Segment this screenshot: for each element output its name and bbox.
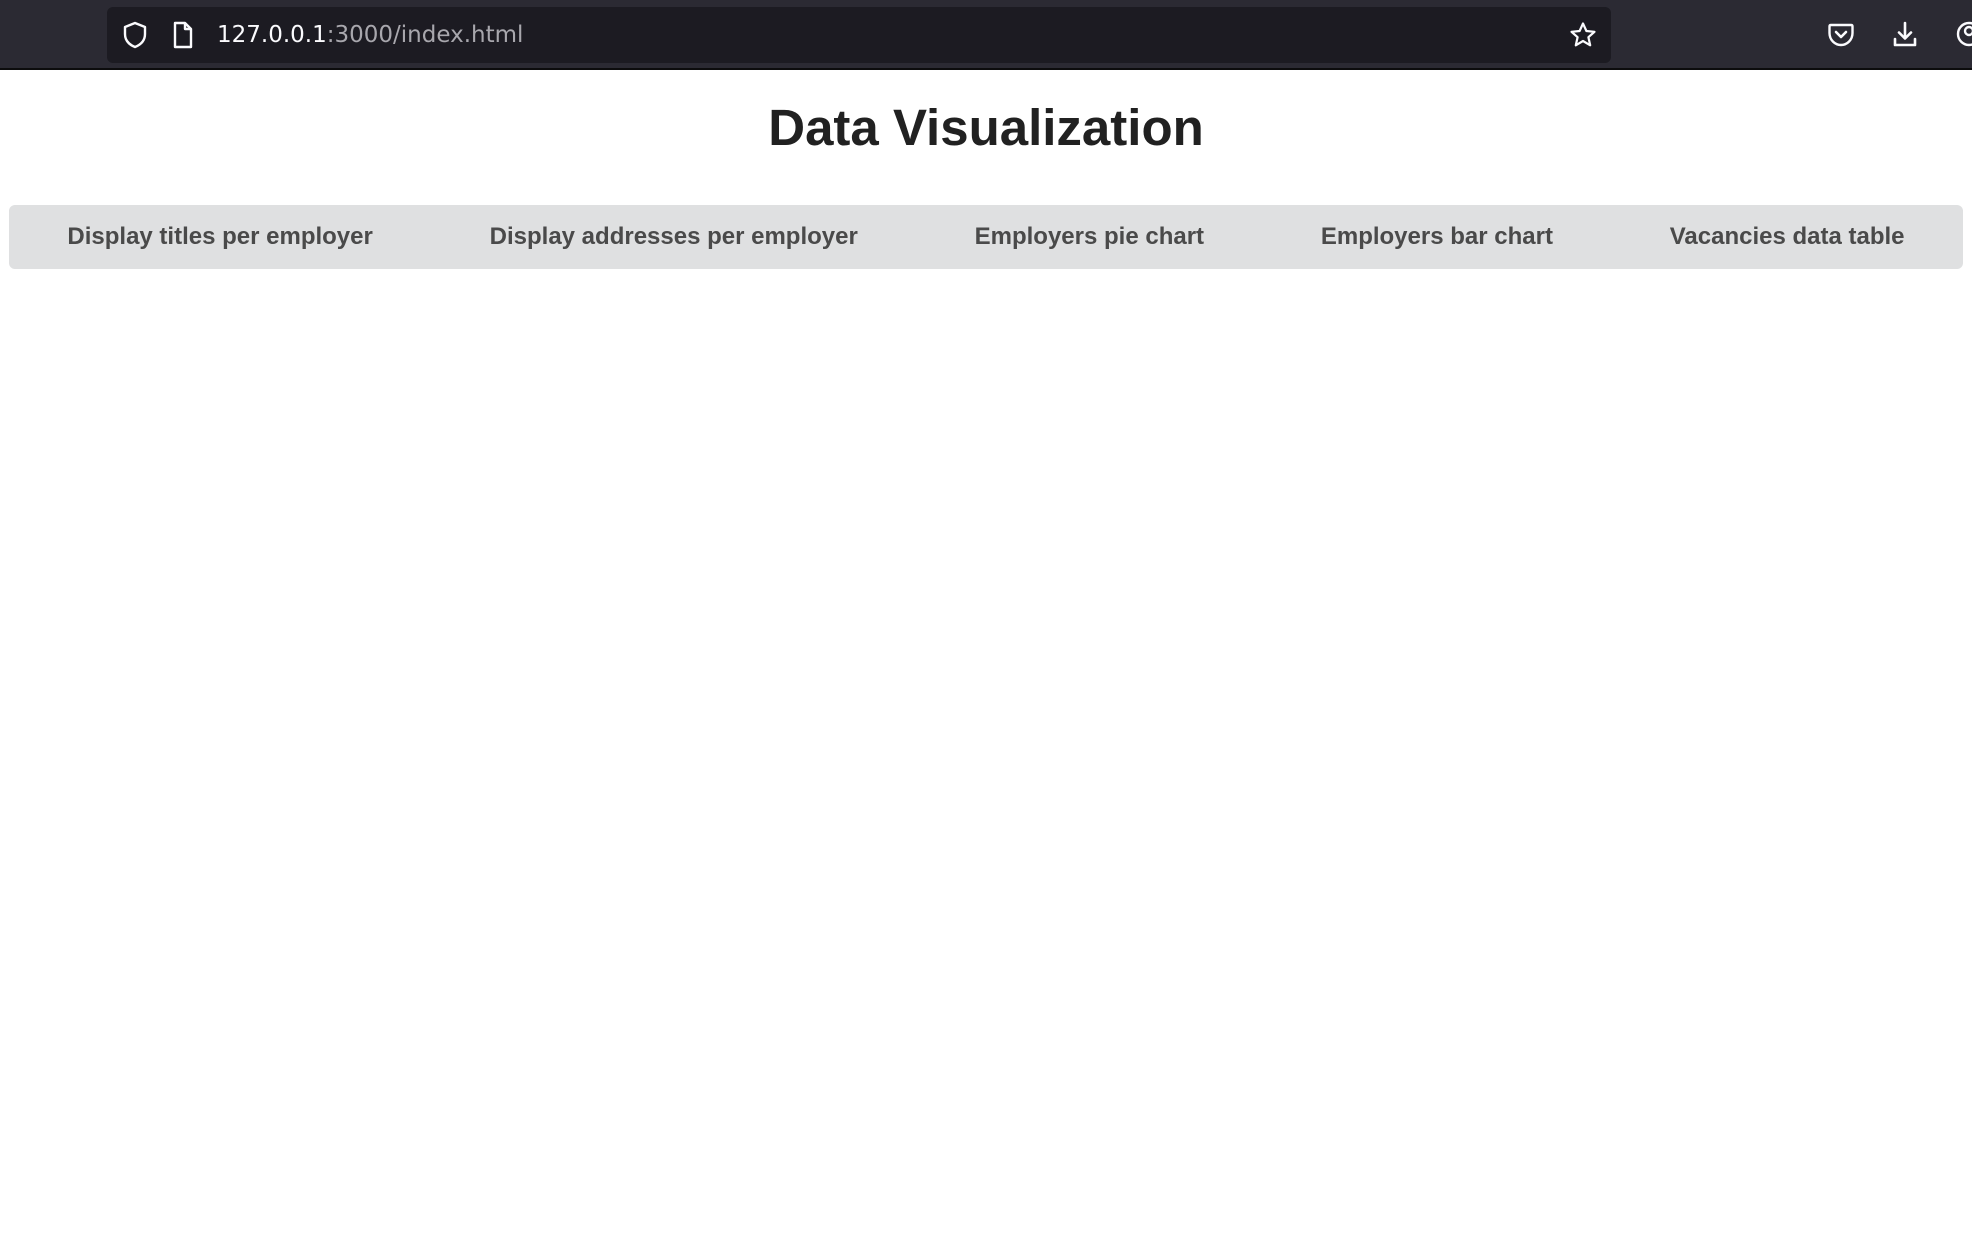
shield-icon[interactable] — [121, 21, 149, 49]
pocket-icon[interactable] — [1825, 18, 1857, 50]
nav-employers-pie-chart[interactable]: Employers pie chart — [975, 223, 1204, 251]
page-icon[interactable] — [169, 21, 197, 49]
address-bar[interactable]: 127.0.0.1:3000/index.html — [107, 7, 1611, 63]
url-path: :3000/index.html — [326, 22, 524, 48]
nav-vacancies-data-table[interactable]: Vacancies data table — [1670, 223, 1905, 251]
nav-employers-bar-chart[interactable]: Employers bar chart — [1321, 223, 1553, 251]
star-icon[interactable] — [1569, 21, 1597, 49]
account-icon[interactable] — [1950, 18, 1972, 50]
page-title: Data Visualization — [768, 99, 1204, 156]
download-icon[interactable] — [1889, 18, 1921, 50]
url-host: 127.0.0.1 — [217, 22, 327, 48]
url-text[interactable]: 127.0.0.1:3000/index.html — [217, 7, 523, 63]
page-content: Data Visualization Display titles per em… — [0, 70, 1972, 1248]
nav-bar: Display titles per employer Display addr… — [9, 205, 1963, 269]
nav-titles-per-employer[interactable]: Display titles per employer — [67, 223, 372, 251]
nav-addresses-per-employer[interactable]: Display addresses per employer — [490, 223, 858, 251]
browser-toolbar: 127.0.0.1:3000/index.html — [0, 0, 1972, 70]
